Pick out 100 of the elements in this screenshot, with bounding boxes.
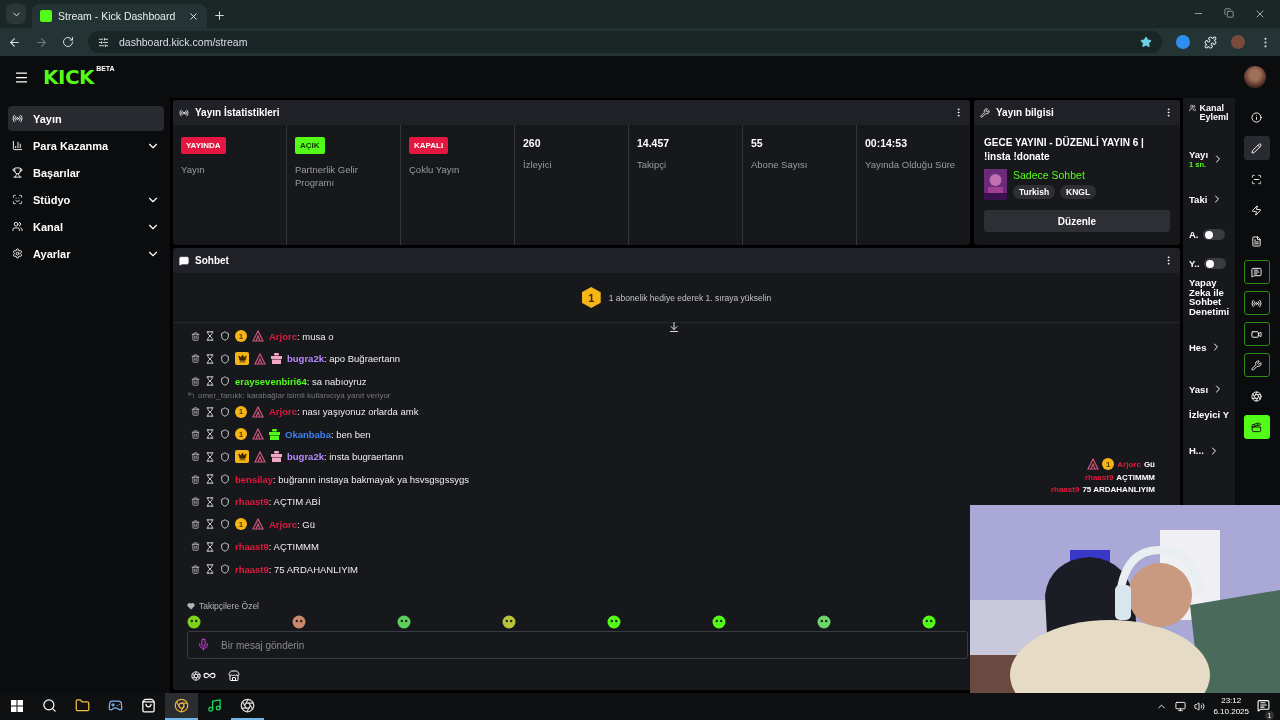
tag-chip[interactable]: KNGL [1060, 185, 1097, 199]
timeout-icon[interactable] [205, 474, 215, 485]
broadcast-icon [1251, 297, 1262, 309]
delete-icon[interactable] [191, 429, 200, 439]
ban-icon[interactable] [220, 353, 230, 364]
clock[interactable]: 23:12 6.10.2025 [1213, 696, 1249, 717]
folder-icon [75, 698, 90, 713]
ban-icon[interactable] [220, 376, 230, 387]
site-settings-icon[interactable] [98, 36, 109, 48]
timeout-icon[interactable] [205, 541, 215, 552]
timeout-icon[interactable] [205, 376, 215, 387]
scroll-down-icon[interactable] [668, 321, 680, 333]
action-item[interactable]: Taki [1189, 178, 1235, 220]
chat-message: rhaast9: AÇTIM ABİ [235, 496, 321, 508]
ban-icon[interactable] [220, 541, 230, 552]
action-item[interactable]: Yası [1189, 368, 1235, 410]
timeout-icon[interactable] [205, 519, 215, 530]
og-badge-icon [254, 352, 266, 365]
delete-icon[interactable] [191, 354, 200, 364]
network-icon[interactable] [1175, 701, 1187, 712]
action-item[interactable]: Hes [1189, 326, 1235, 368]
ban-icon[interactable] [220, 406, 230, 417]
ban-icon[interactable] [220, 564, 230, 575]
ban-icon[interactable] [220, 474, 230, 485]
extensions-icon[interactable] [1204, 35, 1217, 49]
sidebar-item[interactable]: Başarılar [8, 160, 164, 185]
chat-message: bugra2k: apo Buğraertann [287, 353, 401, 365]
address-bar[interactable]: dashboard.kick.com/stream [88, 31, 1162, 53]
delete-icon[interactable] [191, 519, 200, 529]
delete-icon[interactable] [191, 376, 200, 386]
category-link[interactable]: Sadece Sohbet [1013, 169, 1097, 181]
stat-value: 55 [751, 137, 764, 149]
broadcast-button[interactable] [1243, 291, 1270, 315]
store-icon[interactable] [228, 669, 240, 682]
tag-chip[interactable]: Turkish [1013, 185, 1056, 199]
toggle-switch[interactable] [1202, 229, 1225, 240]
timeout-icon[interactable] [205, 564, 215, 575]
notification-icon [1257, 698, 1270, 712]
sidebar-item[interactable]: Kanal [8, 214, 164, 239]
action-label: Yapay Zeka ile Sohbet Denetimi [1189, 278, 1231, 316]
delete-icon[interactable] [191, 542, 200, 552]
microphone-icon[interactable] [197, 638, 210, 651]
ban-icon[interactable] [220, 429, 230, 440]
action-item[interactable]: H... [1189, 429, 1235, 472]
clapperboard-button[interactable] [1243, 415, 1270, 439]
ban-icon[interactable] [220, 496, 230, 507]
restore-icon[interactable] [1224, 8, 1234, 18]
timeout-icon[interactable] [205, 406, 215, 417]
timeout-icon[interactable] [205, 429, 215, 440]
back-icon[interactable] [8, 35, 21, 49]
extension-icon[interactable] [1176, 35, 1190, 49]
og-badge-icon [252, 518, 264, 531]
delete-icon[interactable] [191, 407, 200, 417]
volume-icon[interactable] [1194, 701, 1206, 712]
ban-icon[interactable] [220, 519, 230, 530]
wrench-button[interactable] [1243, 353, 1270, 377]
menu-icon[interactable] [14, 69, 29, 85]
delete-icon[interactable] [191, 474, 200, 484]
status-badge: AÇIK [295, 137, 325, 154]
close-icon[interactable] [188, 10, 199, 22]
browser-tab[interactable]: Stream - Kick Dashboard [32, 4, 207, 28]
sidebar-item[interactable]: Stüdyo [8, 187, 164, 212]
timeout-icon[interactable] [205, 496, 215, 507]
nav-icon [12, 113, 23, 124]
reload-icon[interactable] [62, 36, 74, 48]
pencil-button[interactable] [1243, 136, 1270, 160]
user-avatar[interactable] [1244, 66, 1266, 88]
emote-icon [397, 615, 411, 629]
subscriber-badge: 1 [235, 518, 247, 531]
emote-icon [712, 615, 726, 629]
delete-icon[interactable] [191, 452, 200, 462]
delete-icon[interactable] [191, 564, 200, 574]
overlay-message: AÇTIMMM [1116, 473, 1155, 482]
tab-list-button[interactable] [6, 4, 26, 24]
new-tab-icon[interactable] [213, 9, 226, 22]
timeout-icon[interactable] [205, 331, 215, 342]
toggle-switch[interactable] [1203, 258, 1226, 269]
close-icon[interactable] [1254, 8, 1266, 20]
sidebar-item[interactable]: Yayın [8, 106, 164, 131]
sidebar-item[interactable]: Para Kazanma [8, 133, 164, 158]
emote-icon [502, 615, 516, 629]
timeout-icon[interactable] [205, 451, 215, 462]
overlay-username: Arjorc [1117, 459, 1141, 469]
delete-icon[interactable] [191, 331, 200, 341]
toggle-label: A. [1189, 229, 1199, 240]
video-button[interactable] [1243, 322, 1270, 346]
delete-icon[interactable] [191, 497, 200, 507]
ban-icon[interactable] [220, 451, 230, 462]
timeout-icon[interactable] [205, 353, 215, 364]
browser-button[interactable] [165, 693, 198, 720]
sidebar-item[interactable]: Ayarlar [8, 241, 164, 266]
message-input[interactable]: Bir mesaj gönderin [187, 631, 968, 659]
ban-icon[interactable] [220, 331, 230, 342]
chat-button[interactable] [1243, 260, 1270, 284]
chat-message: bensilay: buğranın instaya bakmayak ya hsvsgsgssygs [235, 473, 469, 485]
broadcast-icon [179, 107, 189, 118]
edit-button[interactable]: Düzenle [984, 210, 1170, 232]
bookmark-star-icon[interactable] [1140, 36, 1152, 48]
forward-icon[interactable] [35, 35, 48, 49]
nav-icon [12, 221, 23, 232]
